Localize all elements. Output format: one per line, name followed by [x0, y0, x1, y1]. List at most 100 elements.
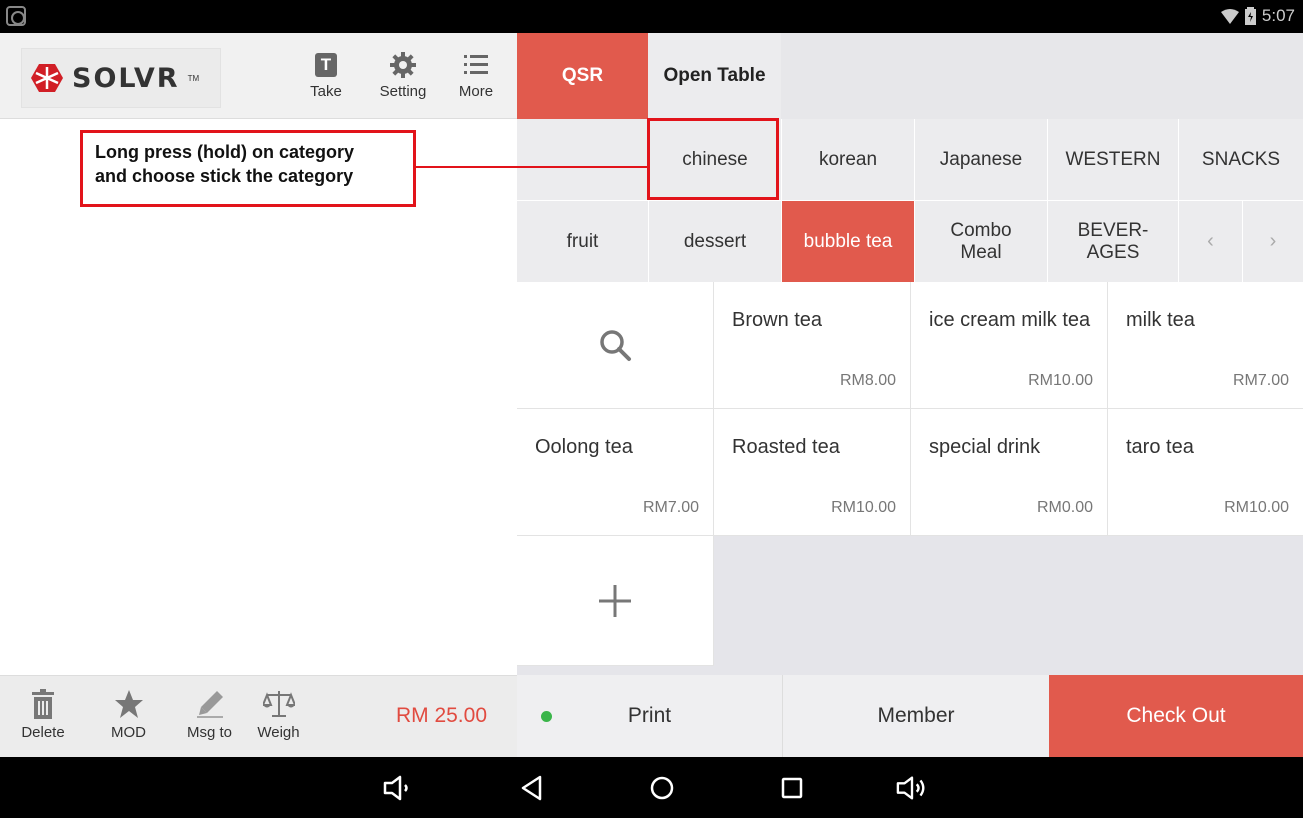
checkout-label: Check Out — [1126, 704, 1226, 727]
home-button[interactable] — [646, 772, 678, 804]
product-price: RM0.00 — [1036, 499, 1093, 516]
product-price: RM7.00 — [1232, 372, 1289, 389]
product-tile[interactable]: Roasted tea RM10.00 — [714, 409, 911, 536]
back-button[interactable] — [516, 772, 548, 804]
delete-label: Delete — [21, 724, 65, 741]
clock: 5:07 — [1261, 6, 1295, 25]
product-name: milk tea — [1126, 309, 1195, 331]
battery-icon — [1244, 7, 1256, 25]
callout-connector — [416, 166, 648, 168]
status-right: 5:07 — [1220, 6, 1295, 26]
category-prev-button[interactable]: ‹ — [1178, 201, 1242, 282]
tabs-bar: QSR Open Table — [517, 33, 1303, 119]
product-tile[interactable]: ice cream milk tea RM10.00 — [911, 282, 1108, 409]
wifi-icon — [1220, 8, 1239, 24]
scale-icon — [262, 691, 295, 717]
order-toolbar: Delete MOD Msg to Weigh RM 25.00 — [0, 675, 517, 757]
take-label: Take — [310, 83, 342, 100]
category-korean[interactable]: korean — [781, 119, 914, 200]
solvr-logo-icon — [31, 64, 63, 92]
product-name: taro tea — [1126, 436, 1194, 458]
product-name: Brown tea — [732, 309, 823, 331]
plus-icon — [599, 584, 631, 617]
trash-icon — [32, 689, 54, 719]
chevron-right-icon: › — [1269, 230, 1277, 252]
logo-text: SOLVR — [72, 62, 180, 94]
list-icon — [464, 55, 488, 74]
volume-up-button[interactable] — [896, 772, 928, 804]
product-price: RM10.00 — [1224, 499, 1289, 516]
product-name: Oolong tea — [535, 436, 633, 458]
volume-up-icon — [896, 776, 925, 800]
print-label: Print — [627, 704, 672, 727]
product-tile[interactable]: special drink RM0.00 — [911, 409, 1108, 536]
take-icon: T — [315, 53, 337, 77]
weigh-label: Weigh — [257, 724, 300, 741]
highlight-box — [647, 118, 779, 200]
product-tile[interactable]: Brown tea RM8.00 — [714, 282, 911, 409]
gear-icon — [390, 52, 416, 78]
category-next-button[interactable]: › — [1242, 201, 1303, 282]
product-tile[interactable]: Oolong tea RM7.00 — [517, 409, 714, 536]
category-blank — [517, 119, 648, 200]
category-combo-meal[interactable]: Combo Meal — [914, 201, 1047, 282]
category-dessert[interactable]: dessert — [648, 201, 781, 282]
mod-label: MOD — [111, 724, 146, 741]
setting-button[interactable]: Setting — [373, 47, 433, 109]
back-triangle-icon — [521, 775, 542, 801]
recents-button[interactable] — [776, 772, 808, 804]
product-price: RM7.00 — [642, 499, 699, 516]
tab-qsr[interactable]: QSR — [517, 33, 648, 119]
product-tile[interactable]: milk tea RM7.00 — [1108, 282, 1303, 409]
msg-label: Msg to — [186, 724, 232, 741]
more-button[interactable]: More — [446, 47, 506, 109]
volume-down-button[interactable] — [382, 772, 414, 804]
setting-label: Setting — [379, 83, 427, 100]
category-bubble-tea[interactable]: bubble tea — [781, 201, 914, 282]
category-row-2: fruit dessert bubble tea Combo Meal BEVE… — [517, 201, 1303, 282]
add-product-tile[interactable] — [517, 536, 714, 666]
app-notification-icon — [6, 6, 26, 26]
product-price: RM8.00 — [839, 372, 896, 389]
annotation-callout: Long press (hold) on category and choose… — [80, 130, 416, 207]
star-icon — [114, 690, 143, 718]
product-price: RM10.00 — [1028, 372, 1093, 389]
product-name: special drink — [929, 436, 1041, 458]
checkout-button[interactable]: Check Out — [1049, 675, 1303, 757]
product-tile[interactable]: taro tea RM10.00 — [1108, 409, 1303, 536]
chevron-left-icon: ‹ — [1207, 230, 1214, 252]
status-bar: 5:07 — [0, 0, 1303, 33]
weigh-button[interactable]: Weigh — [251, 684, 306, 741]
category-row-1: chinese korean Japanese WESTERN SNACKS — [517, 119, 1303, 200]
category-snacks[interactable]: SNACKS — [1178, 119, 1303, 200]
take-button[interactable]: T Take — [296, 47, 356, 109]
product-price: RM10.00 — [831, 499, 896, 516]
category-western[interactable]: WESTERN — [1047, 119, 1178, 200]
member-button[interactable]: Member — [783, 675, 1049, 757]
msg-button[interactable]: Msg to — [182, 684, 237, 741]
search-icon — [600, 330, 631, 361]
product-name: ice cream milk tea — [929, 309, 1091, 331]
status-dot — [541, 711, 552, 722]
header-left: SOLVR TM T Take Setting More — [0, 33, 517, 119]
mod-button[interactable]: MOD — [101, 684, 156, 741]
category-beverages[interactable]: BEVER- AGES — [1047, 201, 1178, 282]
delete-button[interactable]: Delete — [18, 684, 68, 741]
annotation-line-1: Long press (hold) on category — [95, 142, 355, 162]
more-label: More — [458, 83, 494, 100]
print-button[interactable]: Print — [517, 675, 783, 757]
tab-open-table[interactable]: Open Table — [648, 33, 781, 119]
system-nav-bar — [0, 757, 1303, 818]
category-japanese[interactable]: Japanese — [914, 119, 1047, 200]
order-total: RM 25.00 — [395, 704, 487, 727]
logo: SOLVR TM — [21, 48, 221, 108]
annotation-line-2: and choose stick the category — [95, 166, 354, 187]
product-grid: Brown tea RM8.00 ice cream milk tea RM10… — [517, 282, 1303, 675]
search-tile[interactable] — [517, 282, 714, 409]
pencil-icon — [196, 691, 223, 718]
volume-down-icon — [383, 775, 408, 801]
category-fruit[interactable]: fruit — [517, 201, 648, 282]
product-name: Roasted tea — [732, 436, 840, 458]
member-label: Member — [877, 704, 955, 727]
recents-square-icon — [781, 777, 803, 799]
